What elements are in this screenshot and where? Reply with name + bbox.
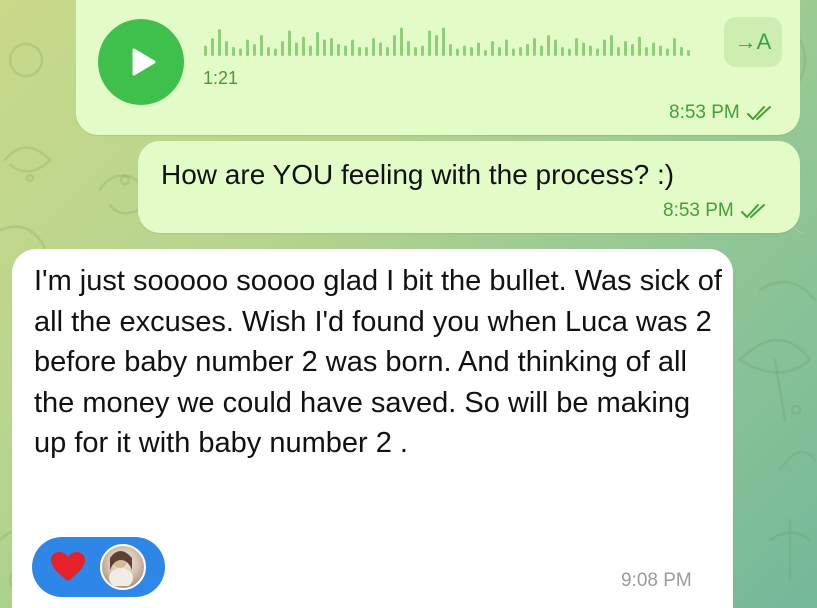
waveform-bar — [337, 44, 340, 56]
message-time: 9:08 PM — [621, 570, 692, 591]
waveform-bar — [323, 39, 326, 56]
waveform-bar — [421, 45, 424, 56]
waveform-bar — [211, 38, 214, 56]
waveform-bar — [239, 48, 242, 56]
waveform-bar — [260, 35, 263, 56]
play-icon — [132, 48, 156, 76]
waveform-bar — [687, 50, 690, 56]
outgoing-message-bubble: How are YOU feeling with the process? :)… — [138, 141, 800, 233]
waveform-bar — [274, 48, 277, 56]
waveform-bar — [225, 41, 228, 56]
waveform-bar — [561, 47, 564, 56]
double-check-icon — [746, 106, 771, 120]
waveform-bar — [449, 44, 452, 56]
waveform-bar — [610, 35, 613, 56]
waveform-bar — [372, 38, 375, 56]
waveform-bar — [295, 42, 298, 56]
message-meta: 8:53 PM — [669, 102, 774, 124]
waveform-bar — [603, 39, 606, 56]
waveform-bar — [407, 41, 410, 56]
waveform-bar — [204, 45, 207, 56]
waveform-bar — [575, 38, 578, 56]
waveform-bar — [526, 44, 529, 56]
waveform-bar — [330, 38, 333, 56]
waveform-bar — [582, 42, 585, 56]
waveform-bar — [232, 47, 235, 56]
waveform-bar — [379, 42, 382, 56]
heart-icon — [51, 552, 85, 581]
waveform-bar — [624, 41, 627, 56]
waveform-bar — [267, 47, 270, 56]
waveform-bar — [491, 41, 494, 56]
waveform-bar — [358, 47, 361, 56]
waveform-bar — [673, 38, 676, 56]
waveform-bar — [505, 39, 508, 56]
waveform-bar — [470, 47, 473, 56]
waveform-bar — [498, 47, 501, 56]
waveform-bar — [554, 39, 557, 56]
reactor-avatar — [100, 544, 146, 590]
waveform-bar — [442, 27, 445, 56]
waveform-bar — [512, 48, 515, 56]
waveform-bar — [344, 45, 347, 56]
waveform-bar — [309, 45, 312, 56]
message-meta: 8:53 PM — [663, 200, 768, 222]
waveform-bar — [533, 38, 536, 56]
waveform-bar — [519, 47, 522, 56]
play-button[interactable] — [98, 19, 184, 105]
waveform-bar — [596, 48, 599, 56]
voice-message-bubble: 1:21 →A 8:53 PM — [76, 0, 800, 135]
waveform-bar — [393, 35, 396, 56]
waveform-bar — [288, 30, 291, 56]
waveform-bar — [645, 47, 648, 56]
message-time: 8:53 PM — [663, 200, 734, 221]
double-check-icon — [740, 204, 765, 218]
message-text: How are YOU feeling with the process? :) — [161, 159, 675, 190]
waveform-bar — [617, 47, 620, 56]
waveform-bar — [463, 45, 466, 56]
waveform-bar — [547, 35, 550, 56]
waveform-bar — [365, 47, 368, 56]
waveform-bar — [589, 45, 592, 56]
waveform-bar — [631, 44, 634, 56]
incoming-message-bubble: I'm just sooooo soooo glad I bit the bul… — [12, 249, 733, 608]
waveform-bar — [666, 48, 669, 56]
waveform-bar — [477, 42, 480, 56]
waveform-bar — [351, 39, 354, 56]
message-text: I'm just sooooo soooo glad I bit the bul… — [34, 265, 722, 459]
waveform-bar — [484, 50, 487, 56]
waveform-bar — [540, 45, 543, 56]
waveform-bar — [414, 47, 417, 56]
waveform-bar — [302, 36, 305, 56]
waveform-bar — [428, 30, 431, 56]
voice-duration: 1:21 — [203, 68, 239, 88]
message-time: 8:53 PM — [669, 102, 740, 123]
waveform-bar — [659, 45, 662, 56]
waveform-bar — [652, 42, 655, 56]
audio-waveform[interactable] — [204, 20, 704, 60]
waveform-bar — [218, 29, 221, 56]
waveform-bar — [638, 36, 641, 56]
waveform-bar — [435, 35, 438, 56]
waveform-bar — [456, 48, 459, 56]
waveform-bar — [680, 47, 683, 56]
bubble-tail — [790, 219, 808, 235]
waveform-bar — [253, 44, 256, 56]
waveform-bar — [246, 39, 249, 56]
waveform-bar — [316, 32, 319, 56]
reaction-badge[interactable] — [32, 537, 165, 597]
waveform-bar — [281, 41, 284, 56]
waveform-bar — [400, 27, 403, 56]
waveform-bar — [386, 47, 389, 56]
transcribe-button[interactable]: →A — [724, 17, 782, 67]
waveform-bar — [568, 48, 571, 56]
